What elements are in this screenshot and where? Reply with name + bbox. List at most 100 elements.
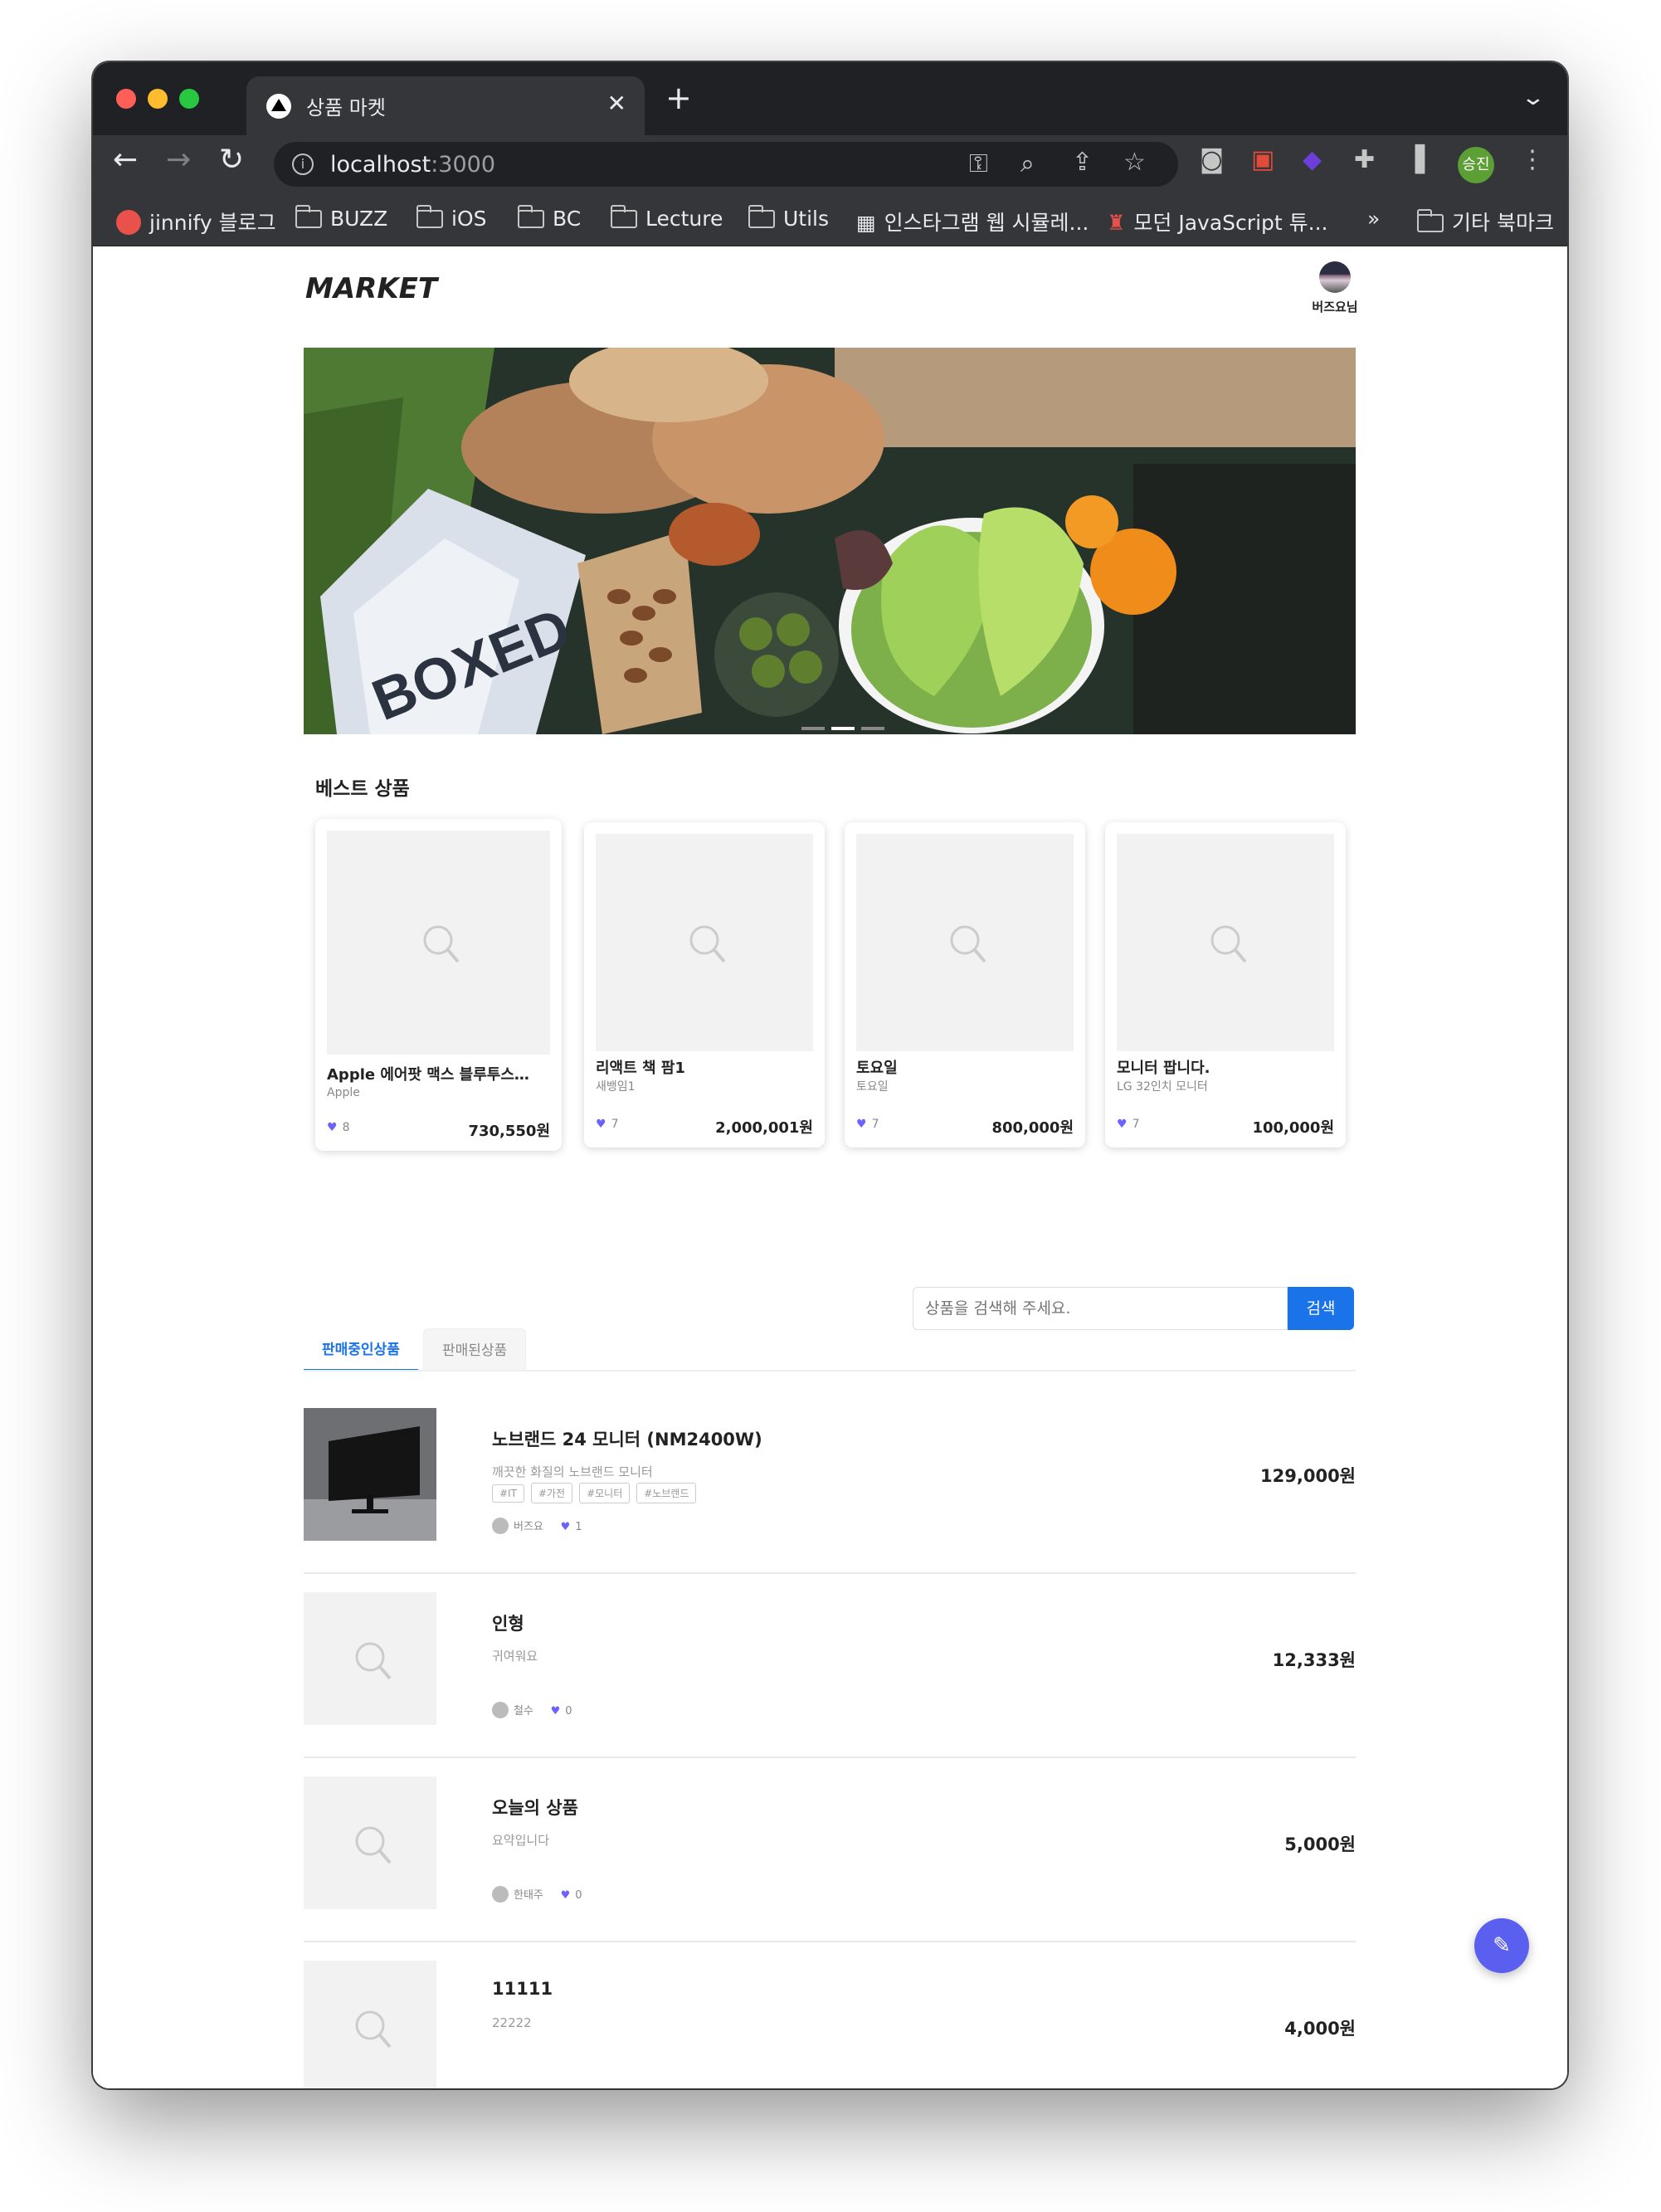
product-name: Apple 에어팟 맥스 블루투스헤... [327, 1066, 543, 1084]
reload-icon[interactable]: ↻ [219, 145, 244, 175]
tab-bar: 상품 마켓 ✕ + ⌄ [93, 62, 1567, 135]
tab-close-icon[interactable]: ✕ [607, 90, 626, 117]
product-price: 100,000원 [1252, 1119, 1334, 1137]
list-item[interactable]: 인형 귀여워요 철수 ♥ 0 12,333원 [304, 1576, 1356, 1758]
maximize-window-button[interactable] [179, 89, 199, 109]
more-menu-icon[interactable]: ⋮ [1520, 148, 1545, 173]
tab-sold[interactable]: 판매된상품 [423, 1328, 527, 1372]
product-tags: #IT #가전 #모니터 #노브랜드 [492, 1483, 703, 1503]
carousel-indicators[interactable] [801, 718, 891, 733]
bookmark-modern-js[interactable]: ♜ 모던 JavaScript 튜... [1107, 207, 1327, 236]
product-title: 11111 [492, 1979, 553, 1999]
product-price: 2,000,001원 [715, 1119, 813, 1137]
share-icon[interactable]: ⇪ [1072, 150, 1093, 175]
product-title: 인형 [492, 1614, 524, 1634]
tab-selling[interactable]: 판매중인상품 [304, 1328, 418, 1372]
tag[interactable]: #IT [492, 1484, 524, 1503]
list-item[interactable]: 오늘의 상품 요약입니다 한태주 ♥ 0 5,000원 [304, 1760, 1356, 1942]
best-product-card[interactable]: 모니터 팝니다. LG 32인치 모니터 ♥ 7 100,000원 [1105, 822, 1346, 1147]
product-image-placeholder [856, 834, 1074, 1051]
page-content: MARKET 버즈요님 BOXED 베스트 상품 Apple 에어팟 맥스 블루… [93, 246, 1567, 2088]
heart-icon: ♥ [560, 1521, 571, 1533]
best-product-card[interactable]: Apple 에어팟 맥스 블루투스헤... Apple ♥ 8 730,550원 [315, 819, 562, 1151]
write-product-button[interactable]: ✎ [1474, 1918, 1529, 1973]
product-price: 4,000원 [1284, 2019, 1356, 2039]
close-window-button[interactable] [116, 89, 136, 109]
new-tab-button[interactable]: + [665, 82, 692, 114]
zoom-icon[interactable]: ⌕ [1020, 152, 1035, 177]
extension-red-icon[interactable]: ▣ [1251, 148, 1274, 173]
minimize-window-button[interactable] [148, 89, 168, 109]
tab-search-chevron-icon[interactable]: ⌄ [1521, 85, 1547, 110]
bookmark-star-icon[interactable]: ☆ [1123, 150, 1146, 175]
bookmark-jinnify[interactable]: jinnify 블로그 [116, 207, 276, 236]
product-image-placeholder [596, 834, 813, 1051]
jinnify-favicon-icon [116, 210, 141, 235]
product-description: 귀여워요 [492, 1649, 538, 1664]
extension-purple-icon[interactable]: ◆ [1303, 148, 1322, 173]
bookmark-other[interactable]: 기타 북마크 [1417, 207, 1554, 236]
back-arrow-icon[interactable]: ← [113, 145, 138, 175]
camera-extension-icon[interactable]: ◙ [1200, 148, 1224, 173]
tag[interactable]: #노브랜드 [636, 1483, 697, 1503]
folder-icon [416, 205, 443, 228]
site-info-icon[interactable]: i [292, 153, 314, 175]
checker-favicon-icon: ▦ [856, 211, 876, 235]
user-profile[interactable]: 버즈요님 [1293, 261, 1376, 315]
heart-icon: ♥ [856, 1118, 867, 1131]
best-product-card[interactable]: 리액트 책 팜1 새뱅임1 ♥ 7 2,000,001원 [584, 822, 825, 1147]
bookmark-utils[interactable]: Utils [748, 205, 829, 231]
search-input[interactable] [913, 1287, 1288, 1330]
tag[interactable]: #가전 [530, 1483, 573, 1503]
product-likes: ♥ 8 [327, 1121, 350, 1134]
product-title: 노브랜드 24 모니터 (NM2400W) [492, 1430, 762, 1449]
placeholder-search-icon [355, 2010, 392, 2049]
product-likes: ♥ 7 [856, 1118, 879, 1131]
bookmark-instagram[interactable]: ▦ 인스타그램 웹 시뮬레... [856, 207, 1089, 236]
heart-icon: ♥ [1117, 1118, 1128, 1131]
product-price: 129,000원 [1260, 1466, 1356, 1486]
bookmark-bc[interactable]: BC [518, 205, 581, 231]
bookmarks-overflow-button[interactable]: » [1367, 207, 1380, 231]
product-description: 요약입니다 [492, 1833, 550, 1848]
product-thumbnail [304, 1776, 436, 1909]
bookmark-buzz[interactable]: BUZZ [295, 205, 387, 231]
placeholder-search-icon [689, 925, 726, 963]
folder-icon [295, 205, 322, 228]
url-text[interactable]: localhost:3000 [330, 152, 495, 178]
search-button[interactable]: 검색 [1288, 1287, 1354, 1330]
list-item[interactable]: 11111 22222 4,000원 [304, 1944, 1356, 2088]
product-thumbnail [304, 1961, 436, 2088]
extensions-puzzle-icon[interactable]: ✚ [1354, 148, 1375, 173]
heart-icon: ♥ [596, 1118, 606, 1131]
key-icon[interactable]: ⚿ [969, 152, 988, 177]
browser-window: 상품 마켓 ✕ + ⌄ ← → ↻ i localhost:3000 ⚿ ⌕ ⇪… [93, 62, 1567, 2088]
product-description: 22222 [492, 2015, 532, 2030]
user-avatar [1319, 261, 1351, 293]
forward-arrow-icon[interactable]: → [166, 145, 191, 175]
bookmark-lecture[interactable]: Lecture [611, 205, 723, 231]
user-icon [492, 1518, 509, 1534]
user-name: 버즈요님 [1312, 300, 1358, 314]
market-logo[interactable]: MARKET [305, 272, 437, 305]
product-seller: 토요일 [856, 1080, 889, 1094]
address-bar[interactable]: i localhost:3000 ⚿ ⌕ ⇪ ☆ [274, 142, 1178, 187]
product-name: 토요일 [856, 1060, 898, 1077]
banner-carousel[interactable]: BOXED [304, 348, 1356, 734]
profile-avatar[interactable]: 승진 [1458, 147, 1494, 183]
heart-icon: ♥ [327, 1121, 338, 1134]
product-thumbnail [304, 1408, 436, 1541]
list-item[interactable]: 노브랜드 24 모니터 (NM2400W) 깨끗한 화질의 노브랜드 모니터 #… [304, 1391, 1356, 1574]
product-name: 리액트 책 팜1 [596, 1060, 685, 1077]
browser-tab[interactable]: 상품 마켓 ✕ [246, 76, 645, 135]
folder-icon [1417, 209, 1444, 232]
bookmark-ios[interactable]: iOS [416, 205, 487, 231]
product-image-placeholder [327, 831, 550, 1055]
tag[interactable]: #모니터 [579, 1483, 631, 1503]
folder-icon [611, 205, 637, 228]
side-panel-icon[interactable]: ▐ [1405, 148, 1425, 173]
best-product-card[interactable]: 토요일 토요일 ♥ 7 800,000원 [845, 822, 1085, 1147]
product-meta: 버즈요 ♥ 1 [492, 1518, 582, 1534]
browser-toolbar: ← → ↻ i localhost:3000 ⚿ ⌕ ⇪ ☆ ◙ ▣ ◆ ✚ ▐… [93, 135, 1567, 193]
pencil-icon: ✎ [1493, 1933, 1511, 1958]
